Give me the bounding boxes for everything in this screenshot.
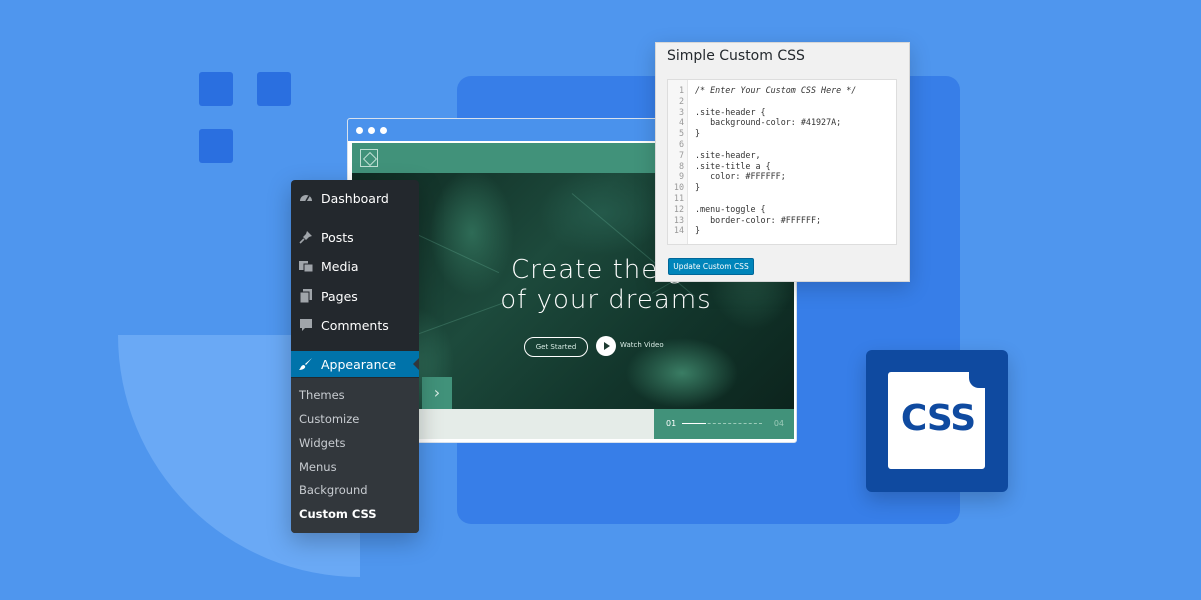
sidebar-item-label: Posts (321, 229, 354, 245)
line-number: 13 (673, 214, 684, 225)
sidebar-item-label: Comments (321, 317, 389, 333)
submenu-item-menus[interactable]: Menus (299, 460, 337, 474)
line-number: 14 (673, 225, 684, 236)
get-started-button[interactable]: Get Started (524, 337, 588, 357)
code-text: .site-header, (695, 149, 761, 160)
css-badge-label: CSS (900, 398, 976, 439)
sidebar-item-posts[interactable]: Posts (291, 224, 419, 250)
code-text: .site-header { (695, 106, 766, 117)
code-text: } (695, 182, 701, 193)
window-title: Simple Custom CSS (667, 48, 805, 64)
code-line: 7 .site-header, (668, 149, 896, 161)
code-line: 13 border-color: #FFFFFF; (668, 214, 896, 226)
sidebar-item-pages[interactable]: Pages (291, 283, 419, 309)
decorative-square (199, 72, 233, 106)
submenu-item-custom-css[interactable]: Custom CSS (299, 507, 377, 521)
slider-pagination: 01 04 (654, 409, 794, 439)
brush-icon (298, 356, 314, 372)
css-file-icon: CSS (866, 350, 1008, 492)
sidebar-item-label: Appearance (321, 356, 397, 372)
wp-admin-sidebar: Dashboard Posts Media Pages Comments App… (291, 180, 419, 533)
sidebar-item-label: Pages (321, 288, 358, 304)
next-slide-button[interactable]: › (422, 377, 452, 411)
decorative-square (199, 129, 233, 163)
line-number: 10 (673, 182, 684, 193)
code-line: 10} (668, 182, 896, 193)
sidebar-item-dashboard[interactable]: Dashboard (291, 185, 419, 211)
slide-current: 01 (666, 419, 677, 428)
pin-icon (298, 229, 314, 245)
line-number: 7 (678, 149, 684, 160)
line-number: 8 (678, 160, 684, 171)
watch-video-link[interactable]: Watch Video (620, 341, 664, 349)
sidebar-item-media[interactable]: Media (291, 253, 419, 279)
code-text: .site-title a { (695, 160, 771, 171)
code-line: 3 .site-header { (668, 106, 896, 118)
code-line: 5} (668, 128, 896, 139)
line-number: 12 (673, 203, 684, 214)
hero-title-line: of your dreams (500, 285, 712, 315)
code-line: 2 (668, 95, 896, 107)
submenu-item-customize[interactable]: Customize (299, 412, 359, 426)
window-dot (380, 126, 387, 134)
dashboard-icon (298, 190, 314, 206)
slide-total: 04 (773, 419, 784, 428)
sidebar-item-label: Media (321, 258, 359, 274)
line-number: 1 (678, 85, 684, 95)
code-line: 12 .menu-toggle { (668, 203, 896, 215)
code-line: 11 (668, 193, 896, 204)
sidebar-item-appearance[interactable]: Appearance (291, 351, 419, 377)
sidebar-item-comments[interactable]: Comments (291, 312, 419, 338)
window-dot (356, 126, 363, 134)
appearance-submenu: Themes Customize Widgets Menus Backgroun… (291, 378, 419, 533)
sidebar-item-label: Dashboard (321, 190, 389, 206)
submenu-item-themes[interactable]: Themes (299, 388, 345, 402)
site-logo-icon[interactable] (360, 149, 378, 167)
code-text: } (695, 128, 701, 139)
css-code-editor[interactable]: 1 /* Enter Your Custom CSS Here */ 2 3 .site… (667, 79, 897, 245)
submenu-item-background[interactable]: Background (299, 483, 368, 497)
update-custom-css-button[interactable]: Update Custom CSS (668, 258, 754, 275)
custom-css-window: Simple Custom CSS 1 /* Enter Your Custom … (655, 42, 910, 282)
line-number: 9 (678, 171, 684, 182)
code-line: 1 /* Enter Your Custom CSS Here */ (668, 85, 896, 96)
code-line: 8 .site-title a { (668, 160, 896, 172)
line-number: 6 (678, 139, 684, 149)
code-line: 4 background-color: #41927A; (668, 117, 896, 128)
line-number: 2 (678, 95, 684, 106)
code-text: background-color: #41927A; (695, 117, 842, 128)
line-number: 4 (678, 117, 684, 128)
line-number: 3 (678, 106, 684, 117)
comment-icon (298, 317, 314, 333)
play-icon[interactable] (596, 336, 616, 356)
code-line: 9 color: #FFFFFF; (668, 171, 896, 182)
media-icon (298, 258, 314, 274)
submenu-item-widgets[interactable]: Widgets (299, 436, 346, 450)
code-line: 14} (668, 225, 896, 236)
code-text: color: #FFFFFF; (695, 171, 786, 182)
code-text: .menu-toggle { (695, 203, 766, 214)
window-dot (368, 126, 375, 134)
pages-icon (298, 288, 314, 304)
slide-progress (682, 423, 762, 424)
line-number: 5 (678, 128, 684, 139)
decorative-square (257, 72, 291, 106)
code-text: /* Enter Your Custom CSS Here */ (695, 85, 857, 95)
code-text: border-color: #FFFFFF; (695, 214, 822, 225)
code-line: 6 (668, 139, 896, 150)
line-number: 11 (673, 193, 684, 203)
code-text: } (695, 225, 701, 236)
